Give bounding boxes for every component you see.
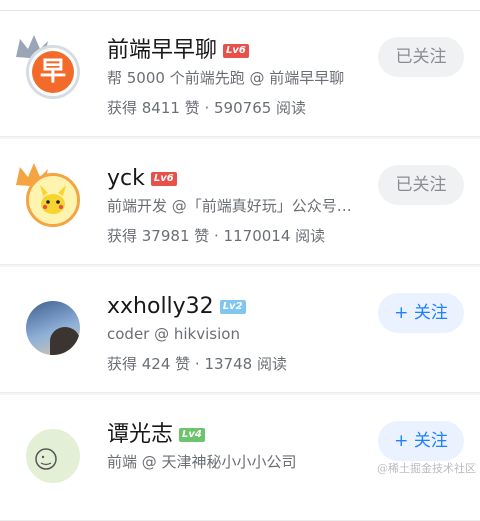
cartoon-face-icon bbox=[35, 448, 57, 470]
list-item[interactable]: xxholly32 Lv2 coder @ hikvision 获得 424 赞… bbox=[0, 267, 480, 393]
name-row: xxholly32 Lv2 bbox=[107, 292, 246, 322]
user-name[interactable]: yck bbox=[107, 164, 145, 194]
level-badge: Lv6 bbox=[150, 172, 177, 186]
avatar-wrap[interactable] bbox=[14, 161, 84, 231]
name-row: yck Lv6 bbox=[107, 164, 177, 194]
list-item[interactable]: yck Lv6 前端开发 @「前端真好玩」公众号… 获得 37981 赞 · 1… bbox=[0, 139, 480, 265]
user-bio: 帮 5000 个前端先跑 @ 前端早早聊 bbox=[107, 69, 345, 87]
user-bio: 前端开发 @「前端真好玩」公众号… bbox=[107, 197, 352, 215]
pikachu-icon bbox=[29, 176, 77, 224]
avatar bbox=[26, 301, 80, 355]
user-bio: 前端 @ 天津神秘小小小公司 bbox=[107, 453, 297, 471]
list-item[interactable]: 早 前端早早聊 Lv6 帮 5000 个前端先跑 @ 前端早早聊 获得 8411… bbox=[0, 11, 480, 137]
user-name[interactable]: 前端早早聊 bbox=[107, 36, 217, 66]
level-badge: Lv4 bbox=[179, 428, 205, 442]
avatar-wrap[interactable]: 早 bbox=[14, 33, 84, 103]
name-row: 谭光志 Lv4 bbox=[107, 420, 205, 450]
avatar: 早 bbox=[26, 45, 80, 99]
user-name[interactable]: 谭光志 bbox=[107, 420, 173, 450]
list-item[interactable]: 谭光志 Lv4 前端 @ 天津神秘小小小公司 + 关注 bbox=[0, 395, 480, 521]
level-badge: Lv2 bbox=[219, 300, 246, 314]
follow-button[interactable]: + 关注 bbox=[378, 293, 464, 333]
level-badge: Lv6 bbox=[223, 44, 249, 58]
user-stats: 获得 37981 赞 · 1170014 阅读 bbox=[107, 227, 326, 245]
user-stats: 获得 424 赞 · 13748 阅读 bbox=[107, 355, 287, 373]
watermark: @稀土掘金技术社区 bbox=[377, 462, 476, 475]
avatar-wrap[interactable] bbox=[14, 417, 84, 487]
top-divider bbox=[0, 0, 480, 11]
user-bio: coder @ hikvision bbox=[107, 325, 240, 343]
name-row: 前端早早聊 Lv6 bbox=[107, 36, 249, 66]
avatar bbox=[26, 429, 80, 483]
follow-button[interactable]: + 关注 bbox=[378, 421, 464, 461]
avatar-wrap[interactable] bbox=[14, 289, 84, 359]
avatar bbox=[26, 173, 80, 227]
avatar-glyph: 早 bbox=[32, 51, 74, 93]
user-name[interactable]: xxholly32 bbox=[107, 292, 214, 322]
followed-button[interactable]: 已关注 bbox=[378, 165, 464, 205]
user-stats: 获得 8411 赞 · 590765 阅读 bbox=[107, 99, 307, 117]
avatar-figure bbox=[50, 327, 80, 355]
followed-button[interactable]: 已关注 bbox=[378, 37, 464, 77]
